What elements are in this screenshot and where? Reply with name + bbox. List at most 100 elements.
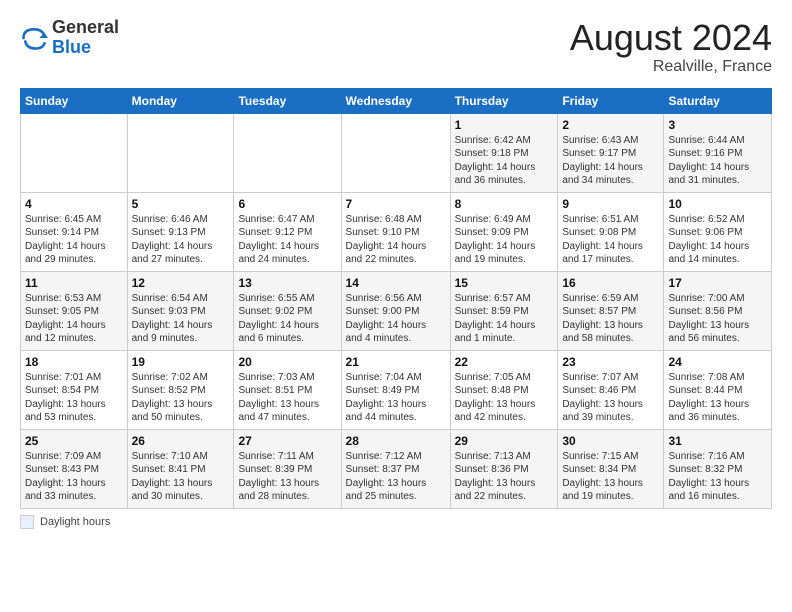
table-row: 29Sunrise: 7:13 AM Sunset: 8:36 PM Dayli…	[450, 429, 558, 508]
day-info: Sunrise: 6:56 AM Sunset: 9:00 PM Dayligh…	[346, 292, 446, 346]
day-info: Sunrise: 7:01 AM Sunset: 8:54 PM Dayligh…	[25, 371, 123, 425]
table-row: 22 Sunrise: 7:05 AM Sunset: 8:48 PM Dayli…	[450, 350, 558, 429]
day-info: Sunrise: 6:48 AM Sunset: 9:10 PM Dayligh…	[346, 213, 446, 267]
header: General Blue August 2024 Realville, Fran…	[20, 18, 772, 76]
day-info: Sunrise: 6:52 AM Sunset: 9:06 PM Dayligh…	[668, 213, 767, 267]
table-row	[21, 113, 128, 192]
day-info: Sunrise: 6:57 AM Sunset: 8:59 PM Dayligh…	[455, 292, 554, 346]
day-number: 1	[455, 118, 554, 132]
table-row: 25 Sunrise: 7:09 AM Sunset: 8:43 PM Dayli…	[21, 429, 128, 508]
table-row: 8 Sunrise: 6:49 AM Sunset: 9:09 PM Daylig…	[450, 192, 558, 271]
table-row: 17 Sunrise: 7:00 AM Sunset: 8:56 PM Dayli…	[664, 271, 772, 350]
table-row: 31Sunrise: 7:16 AM Sunset: 8:32 PM Dayli…	[664, 429, 772, 508]
day-info: Sunrise: 6:46 AM Sunset: 9:13 PM Dayligh…	[132, 213, 230, 267]
table-row: 24 Sunrise: 7:08 AM Sunset: 8:44 PM Dayli…	[664, 350, 772, 429]
month-title: August 2024	[570, 18, 772, 58]
day-number: 7	[346, 197, 446, 211]
calendar-week-row: 1 Sunrise: 6:42 AM Sunset: 9:18 PM Daylig…	[21, 113, 772, 192]
calendar-week-row: 11 Sunrise: 6:53 AM Sunset: 9:05 PM Dayli…	[21, 271, 772, 350]
day-number: 24	[668, 355, 767, 369]
calendar-week-row: 25 Sunrise: 7:09 AM Sunset: 8:43 PM Dayli…	[21, 429, 772, 508]
table-row: 3 Sunrise: 6:44 AM Sunset: 9:16 PM Daylig…	[664, 113, 772, 192]
table-row: 10 Sunrise: 6:52 AM Sunset: 9:06 PM Dayli…	[664, 192, 772, 271]
day-number: 9	[562, 197, 659, 211]
day-info: Sunrise: 6:42 AM Sunset: 9:18 PM Dayligh…	[455, 134, 554, 188]
day-number: 12	[132, 276, 230, 290]
header-thursday: Thursday	[450, 88, 558, 113]
day-info: Sunrise: 7:02 AM Sunset: 8:52 PM Dayligh…	[132, 371, 230, 425]
day-info: Sunrise: 6:55 AM Sunset: 9:02 PM Dayligh…	[238, 292, 336, 346]
table-row: 5 Sunrise: 6:46 AM Sunset: 9:13 PM Daylig…	[127, 192, 234, 271]
table-row	[127, 113, 234, 192]
day-info: Sunrise: 6:49 AM Sunset: 9:09 PM Dayligh…	[455, 213, 554, 267]
day-number: 19	[132, 355, 230, 369]
header-tuesday: Tuesday	[234, 88, 341, 113]
day-info: Sunrise: 7:00 AM Sunset: 8:56 PM Dayligh…	[668, 292, 767, 346]
day-info: Sunrise: 7:11 AM Sunset: 8:39 PM Dayligh…	[238, 450, 336, 504]
header-monday: Monday	[127, 88, 234, 113]
table-row: 12 Sunrise: 6:54 AM Sunset: 9:03 PM Dayli…	[127, 271, 234, 350]
day-number: 29	[455, 434, 554, 448]
day-number: 25	[25, 434, 123, 448]
table-row: 13 Sunrise: 6:55 AM Sunset: 9:02 PM Dayli…	[234, 271, 341, 350]
day-number: 11	[25, 276, 123, 290]
table-row: 30 Sunrise: 7:15 AM Sunset: 8:34 PM Dayli…	[558, 429, 664, 508]
page: General Blue August 2024 Realville, Fran…	[0, 0, 792, 539]
logo-icon	[20, 24, 48, 52]
table-row: 19 Sunrise: 7:02 AM Sunset: 8:52 PM Dayli…	[127, 350, 234, 429]
calendar-header-row: Sunday Monday Tuesday Wednesday Thursday…	[21, 88, 772, 113]
day-number: 8	[455, 197, 554, 211]
day-number: 17	[668, 276, 767, 290]
day-number: 26	[132, 434, 230, 448]
day-info: Sunrise: 6:47 AM Sunset: 9:12 PM Dayligh…	[238, 213, 336, 267]
table-row: 9Sunrise: 6:51 AM Sunset: 9:08 PM Daylig…	[558, 192, 664, 271]
location: Realville, France	[570, 58, 772, 76]
header-saturday: Saturday	[664, 88, 772, 113]
table-row: 21Sunrise: 7:04 AM Sunset: 8:49 PM Dayli…	[341, 350, 450, 429]
day-info: Sunrise: 7:07 AM Sunset: 8:46 PM Dayligh…	[562, 371, 659, 425]
footer-daylight-box	[20, 515, 34, 529]
logo: General Blue	[20, 18, 119, 58]
day-number: 5	[132, 197, 230, 211]
footer: Daylight hours	[20, 515, 772, 529]
day-info: Sunrise: 7:16 AM Sunset: 8:32 PM Dayligh…	[668, 450, 767, 504]
day-info: Sunrise: 6:59 AM Sunset: 8:57 PM Dayligh…	[562, 292, 659, 346]
day-number: 30	[562, 434, 659, 448]
day-number: 28	[346, 434, 446, 448]
day-number: 22	[455, 355, 554, 369]
day-info: Sunrise: 6:43 AM Sunset: 9:17 PM Dayligh…	[562, 134, 659, 188]
day-info: Sunrise: 6:44 AM Sunset: 9:16 PM Dayligh…	[668, 134, 767, 188]
day-info: Sunrise: 7:09 AM Sunset: 8:43 PM Dayligh…	[25, 450, 123, 504]
day-number: 14	[346, 276, 446, 290]
day-number: 4	[25, 197, 123, 211]
day-info: Sunrise: 6:53 AM Sunset: 9:05 PM Dayligh…	[25, 292, 123, 346]
day-info: Sunrise: 6:45 AM Sunset: 9:14 PM Dayligh…	[25, 213, 123, 267]
table-row: 2 Sunrise: 6:43 AM Sunset: 9:17 PM Daylig…	[558, 113, 664, 192]
header-wednesday: Wednesday	[341, 88, 450, 113]
table-row	[341, 113, 450, 192]
day-number: 13	[238, 276, 336, 290]
table-row: 28 Sunrise: 7:12 AM Sunset: 8:37 PM Dayli…	[341, 429, 450, 508]
table-row: 18Sunrise: 7:01 AM Sunset: 8:54 PM Dayli…	[21, 350, 128, 429]
day-info: Sunrise: 6:54 AM Sunset: 9:03 PM Dayligh…	[132, 292, 230, 346]
table-row: 11 Sunrise: 6:53 AM Sunset: 9:05 PM Dayli…	[21, 271, 128, 350]
table-row: 27Sunrise: 7:11 AM Sunset: 8:39 PM Dayli…	[234, 429, 341, 508]
day-number: 2	[562, 118, 659, 132]
day-number: 23	[562, 355, 659, 369]
day-info: Sunrise: 7:05 AM Sunset: 8:48 PM Dayligh…	[455, 371, 554, 425]
table-row: 7 Sunrise: 6:48 AM Sunset: 9:10 PM Daylig…	[341, 192, 450, 271]
day-number: 16	[562, 276, 659, 290]
day-info: Sunrise: 7:12 AM Sunset: 8:37 PM Dayligh…	[346, 450, 446, 504]
table-row: 20Sunrise: 7:03 AM Sunset: 8:51 PM Dayli…	[234, 350, 341, 429]
day-info: Sunrise: 7:03 AM Sunset: 8:51 PM Dayligh…	[238, 371, 336, 425]
day-number: 10	[668, 197, 767, 211]
header-friday: Friday	[558, 88, 664, 113]
calendar-week-row: 4 Sunrise: 6:45 AM Sunset: 9:14 PM Daylig…	[21, 192, 772, 271]
logo-text: General Blue	[52, 18, 119, 58]
day-number: 3	[668, 118, 767, 132]
day-info: Sunrise: 7:08 AM Sunset: 8:44 PM Dayligh…	[668, 371, 767, 425]
day-number: 6	[238, 197, 336, 211]
day-info: Sunrise: 7:15 AM Sunset: 8:34 PM Dayligh…	[562, 450, 659, 504]
table-row	[234, 113, 341, 192]
day-info: Sunrise: 7:04 AM Sunset: 8:49 PM Dayligh…	[346, 371, 446, 425]
